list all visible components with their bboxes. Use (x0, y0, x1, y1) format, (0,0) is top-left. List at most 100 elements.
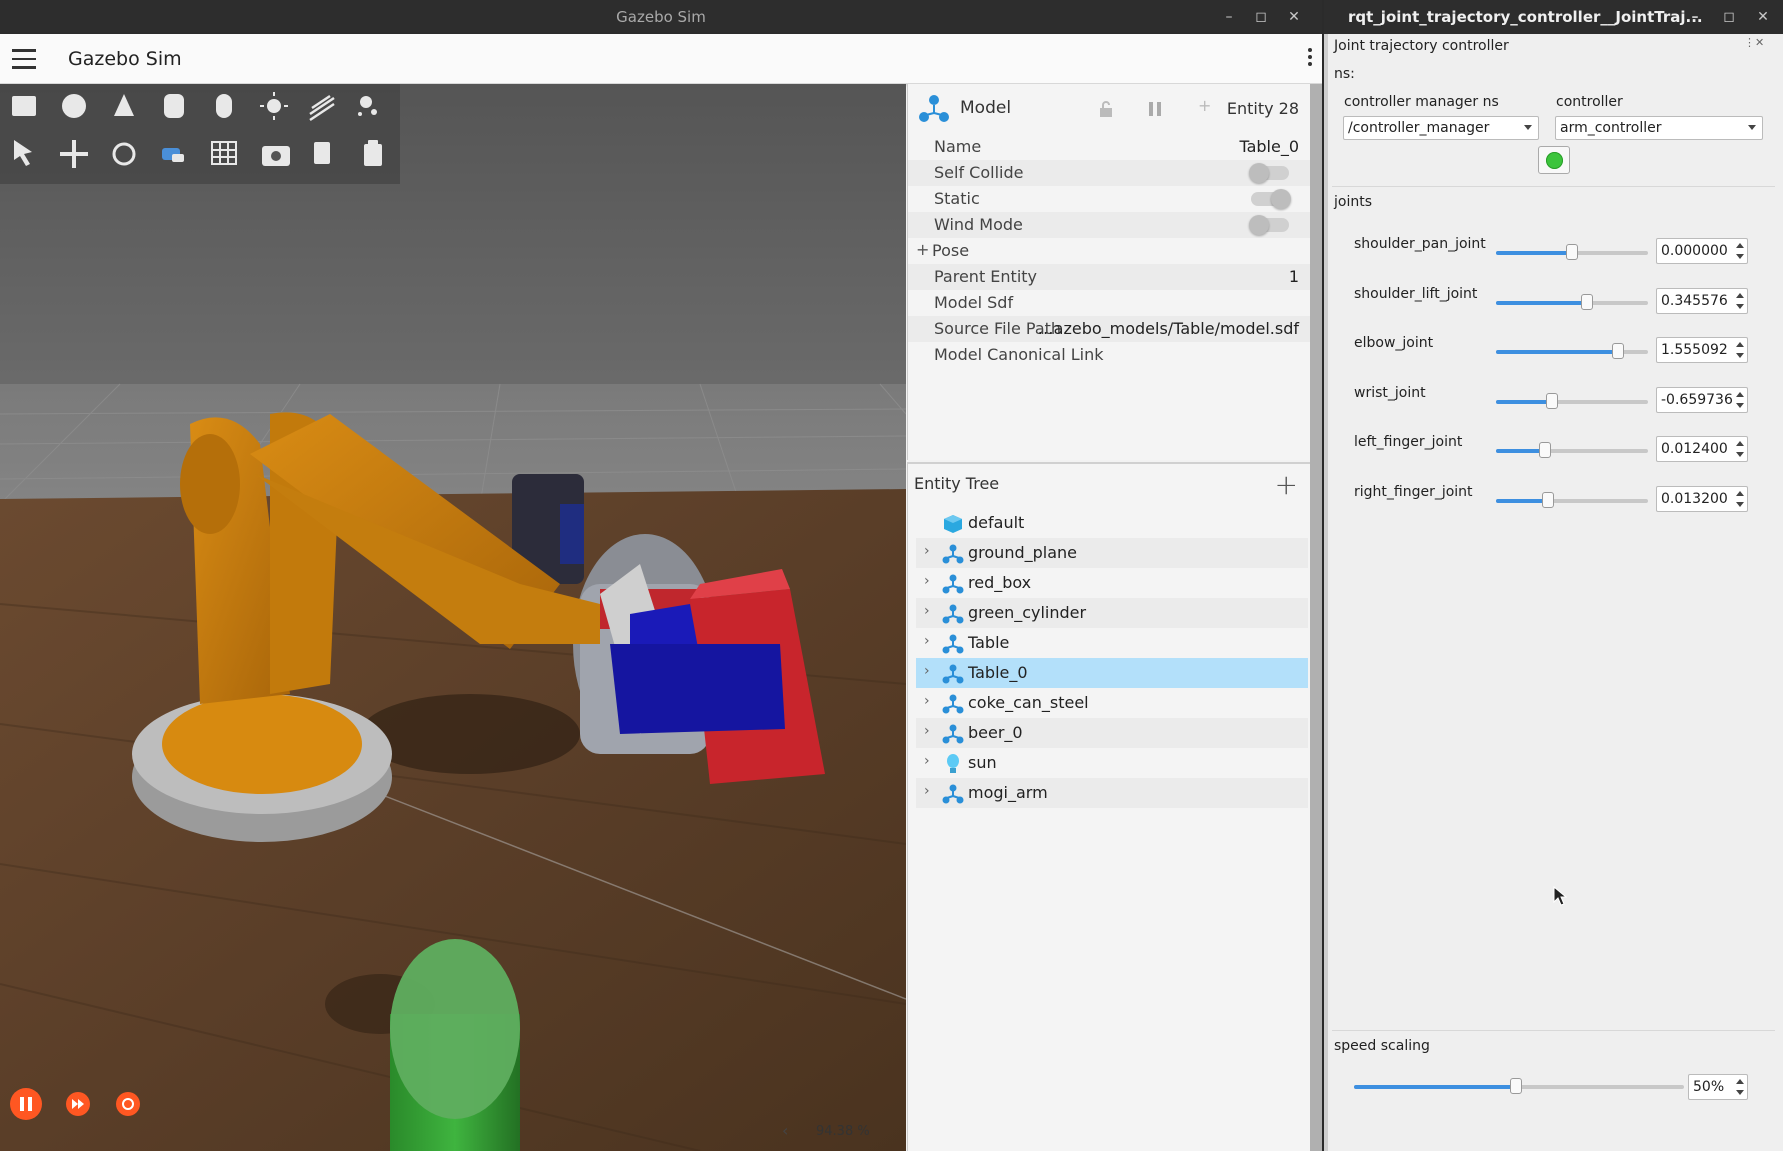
expand-chevron-icon[interactable]: › (924, 633, 930, 649)
add-component-icon[interactable]: + (1198, 96, 1211, 115)
slider-handle[interactable] (1546, 392, 1559, 409)
decrement-icon[interactable] (1736, 254, 1744, 259)
translate-icon[interactable] (60, 140, 88, 168)
joint-value-spinbox[interactable]: 0.013200 (1656, 485, 1748, 512)
decrement-icon[interactable] (1736, 501, 1744, 507)
increment-icon[interactable] (1736, 490, 1744, 496)
expand-chevron-icon[interactable]: › (924, 543, 930, 559)
wind-mode-toggle[interactable] (1249, 215, 1289, 235)
tree-item-sun[interactable]: › sun (916, 748, 1308, 778)
menu-icon[interactable] (12, 49, 36, 69)
expand-chevron-icon[interactable]: › (924, 663, 930, 679)
decrement-icon[interactable] (1736, 303, 1744, 309)
spot-light-icon[interactable] (358, 96, 377, 116)
expand-chevron-icon[interactable]: › (924, 753, 930, 769)
controller-select[interactable]: arm_controller (1555, 116, 1763, 140)
speed-scaling-label: speed scaling (1334, 1038, 1430, 1054)
tree-item-green-cylinder[interactable]: › green_cylinder (916, 598, 1308, 628)
self-collide-toggle[interactable] (1249, 163, 1289, 183)
static-toggle[interactable] (1251, 189, 1291, 209)
tree-item-mogi-arm[interactable]: › mogi_arm (916, 778, 1308, 808)
expand-chevron-icon[interactable]: › (924, 723, 930, 739)
slider-handle[interactable] (1541, 491, 1554, 508)
joint-slider[interactable] (1496, 392, 1648, 409)
tree-item-beer-0[interactable]: › beer_0 (916, 718, 1308, 748)
joint-slider[interactable] (1496, 244, 1648, 260)
decrement-icon[interactable] (1736, 353, 1744, 358)
lock-icon[interactable] (1098, 100, 1114, 118)
sphere-icon[interactable] (62, 94, 86, 118)
expand-chevron-icon[interactable]: › (924, 693, 930, 709)
slider-handle[interactable] (1538, 442, 1551, 458)
select-icon[interactable] (14, 140, 32, 166)
maximize-icon[interactable]: ◻ (1720, 8, 1738, 26)
tree-item-red-box[interactable]: › red_box (916, 568, 1308, 598)
close-icon[interactable]: ✕ (1754, 8, 1772, 26)
joint-slider[interactable] (1496, 343, 1648, 359)
inspector-row-static: Static (908, 186, 1311, 212)
expand-chevron-icon[interactable]: › (924, 783, 930, 799)
box-icon[interactable] (12, 96, 36, 116)
pause-updates-icon[interactable] (1146, 100, 1164, 118)
tree-item-ground-plane[interactable]: › ground_plane (916, 538, 1308, 568)
tree-item-table[interactable]: › Table (916, 628, 1308, 658)
directional-light-icon[interactable] (309, 94, 335, 122)
controller-manager-select[interactable]: /controller_manager (1343, 116, 1539, 140)
slider-handle[interactable] (1611, 343, 1624, 359)
joint-value-spinbox[interactable]: -0.659736 (1656, 386, 1748, 413)
enable-controller-button[interactable] (1538, 146, 1570, 174)
slider-handle[interactable] (1581, 293, 1594, 310)
plugin-help-icon[interactable]: ⋮✕ (1744, 36, 1764, 49)
toolbar-icons (12, 92, 382, 168)
increment-icon[interactable] (1736, 292, 1744, 298)
cylinder-icon[interactable] (164, 94, 184, 118)
reset-icon (122, 1098, 134, 1110)
increment-icon[interactable] (1736, 342, 1744, 347)
decrement-icon[interactable] (1736, 452, 1744, 457)
cone-icon[interactable] (114, 94, 134, 116)
add-entity-icon[interactable]: + (1275, 468, 1298, 501)
inspector-row-wind-mode: Wind Mode (908, 212, 1311, 238)
joint-value-spinbox[interactable]: 0.012400 (1656, 436, 1748, 462)
panel-splitter[interactable] (1310, 84, 1322, 1151)
transform-control-icon[interactable] (162, 148, 184, 162)
collapse-arrow-icon[interactable]: ‹ (782, 1121, 788, 1140)
expand-chevron-icon[interactable]: › (924, 573, 930, 589)
copy-icon[interactable] (314, 142, 330, 164)
camera-icon[interactable] (262, 146, 290, 166)
maximize-icon[interactable]: ◻ (1252, 8, 1270, 26)
minimize-icon[interactable]: – (1686, 8, 1704, 26)
close-icon[interactable]: ✕ (1285, 8, 1303, 26)
paste-icon[interactable] (364, 140, 382, 166)
slider-handle[interactable] (1566, 244, 1578, 260)
scene-viewport[interactable]: ‹ 94.38 % (0, 84, 906, 1151)
pause-button[interactable] (10, 1088, 42, 1120)
decrement-icon[interactable] (1736, 402, 1744, 408)
speed-scaling-slider[interactable] (1354, 1078, 1684, 1094)
speed-scaling-spinbox[interactable]: 50% (1688, 1074, 1748, 1100)
increment-icon[interactable] (1736, 391, 1744, 397)
joint-value-spinbox[interactable]: 0.345576 (1656, 287, 1748, 314)
inspector-row-pose[interactable]: + Pose (908, 238, 1311, 264)
rotate-icon[interactable] (112, 142, 136, 166)
joint-slider[interactable] (1496, 293, 1648, 310)
expand-chevron-icon[interactable]: › (924, 603, 930, 619)
tree-item-coke-can-steel[interactable]: › coke_can_steel (916, 688, 1308, 718)
grid-icon[interactable] (211, 141, 237, 165)
tree-item-default[interactable]: default (916, 508, 1308, 538)
joint-slider[interactable] (1496, 491, 1648, 508)
step-button[interactable] (66, 1092, 90, 1116)
slider-handle[interactable] (1509, 1078, 1522, 1094)
joint-value-spinbox[interactable]: 0.000000 (1656, 238, 1748, 264)
joint-value-spinbox[interactable]: 1.555092 (1656, 337, 1748, 363)
increment-icon[interactable] (1736, 441, 1744, 446)
point-light-icon[interactable] (260, 92, 288, 120)
minimize-icon[interactable]: – (1220, 8, 1238, 26)
tree-item-table-0[interactable]: › Table_0 (916, 658, 1308, 688)
expand-icon[interactable]: + (916, 240, 929, 259)
joint-slider[interactable] (1496, 442, 1648, 458)
increment-icon[interactable] (1736, 243, 1744, 248)
capsule-icon[interactable] (216, 94, 232, 118)
more-options-icon[interactable] (1304, 48, 1316, 72)
reset-button[interactable] (116, 1092, 140, 1116)
